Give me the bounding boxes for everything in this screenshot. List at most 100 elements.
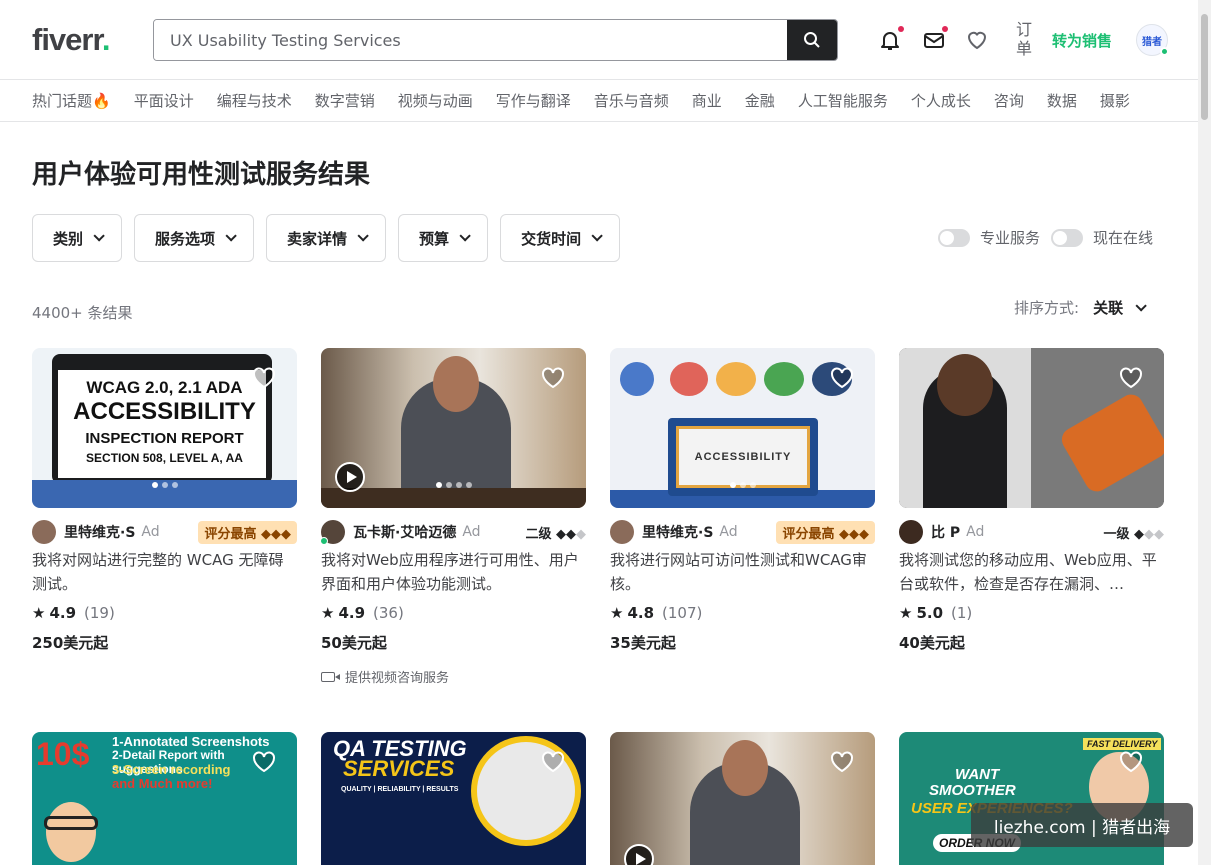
top-rated-badge: 评分最高 ◆◆◆ bbox=[776, 521, 875, 544]
gig-thumbnail[interactable] bbox=[610, 732, 875, 865]
sort-dropdown[interactable]: 排序方式: 关联 bbox=[1014, 297, 1147, 318]
fiverr-logo[interactable]: fiverr. bbox=[32, 22, 110, 58]
seller-row: 比 P Ad 一级 ◆◆◆ bbox=[899, 518, 1164, 546]
star-icon: ★ bbox=[899, 604, 913, 622]
filter-seller-details[interactable]: 卖家详情 bbox=[266, 214, 387, 262]
star-icon: ★ bbox=[321, 604, 335, 622]
seller-row: 里特维克·S Ad 评分最高 ◆◆◆ bbox=[32, 518, 297, 546]
save-heart-icon[interactable] bbox=[829, 750, 855, 774]
seller-name[interactable]: 比 P bbox=[931, 522, 960, 542]
online-now-toggle[interactable] bbox=[1051, 228, 1083, 247]
category-item[interactable]: 编程与技术 bbox=[217, 90, 292, 111]
filter-delivery-time[interactable]: 交货时间 bbox=[500, 214, 621, 262]
filter-category[interactable]: 类别 bbox=[32, 214, 123, 262]
gig-card[interactable]: 10$ 1-Annotated Screenshots 2-Detail Rep… bbox=[32, 732, 297, 865]
page-scrollbar[interactable] bbox=[1198, 0, 1211, 865]
gig-thumbnail[interactable]: 10$ 1-Annotated Screenshots 2-Detail Rep… bbox=[32, 732, 297, 865]
seller-avatar[interactable] bbox=[610, 520, 634, 544]
chevron-down-icon bbox=[459, 230, 471, 242]
page-title: 用户体验可用性测试服务结果 bbox=[32, 160, 371, 190]
save-heart-icon[interactable] bbox=[251, 750, 277, 774]
play-video-icon[interactable] bbox=[335, 462, 365, 492]
gig-title[interactable]: 我将进行网站可访问性测试和WCAG审核。 bbox=[610, 548, 875, 596]
category-item[interactable]: 摄影 bbox=[1100, 90, 1130, 111]
gig-card[interactable]: WCAG 2.0, 2.1 ADA ACCESSIBILITY INSPECTI… bbox=[32, 348, 297, 653]
top-rated-badge: 评分最高 ◆◆◆ bbox=[198, 521, 297, 544]
ad-label: Ad bbox=[462, 524, 481, 540]
seller-name[interactable]: 里特维克·S bbox=[642, 522, 713, 542]
online-now-toggle-row: 现在在线 bbox=[1051, 227, 1153, 248]
chevron-down-icon bbox=[591, 230, 603, 242]
gig-card[interactable] bbox=[610, 732, 875, 865]
category-item[interactable]: 商业 bbox=[692, 90, 722, 111]
search-button[interactable] bbox=[787, 20, 837, 60]
save-heart-icon[interactable] bbox=[829, 366, 855, 390]
category-item[interactable]: 人工智能服务 bbox=[798, 90, 888, 111]
category-item[interactable]: 平面设计 bbox=[134, 90, 194, 111]
favorites-heart-icon[interactable] bbox=[965, 28, 989, 52]
search-input[interactable] bbox=[154, 20, 789, 60]
category-item[interactable]: 写作与翻译 bbox=[496, 90, 571, 111]
star-icon: ★ bbox=[610, 604, 624, 622]
gig-thumbnail[interactable] bbox=[899, 348, 1164, 508]
gig-thumbnail[interactable]: ACCESSIBILITY bbox=[610, 348, 875, 508]
filter-budget[interactable]: 预算 bbox=[398, 214, 489, 262]
gig-title[interactable]: 我将对Web应用程序进行可用性、用户界面和用户体验功能测试。 bbox=[321, 548, 586, 596]
gig-price: 40美元起 bbox=[899, 634, 965, 652]
user-avatar[interactable]: 猎者 bbox=[1136, 24, 1169, 56]
online-status-dot bbox=[1160, 47, 1169, 56]
category-item[interactable]: 金融 bbox=[745, 90, 775, 111]
notifications-icon[interactable] bbox=[878, 26, 904, 52]
seller-row: 里特维克·S Ad 评分最高 ◆◆◆ bbox=[610, 518, 875, 546]
gig-card[interactable]: 比 P Ad 一级 ◆◆◆ 我将测试您的移动应用、Web应用、平台或软件，检查是… bbox=[899, 348, 1164, 653]
save-heart-icon[interactable] bbox=[1118, 366, 1144, 390]
save-heart-icon[interactable] bbox=[540, 366, 566, 390]
carousel-dots[interactable] bbox=[435, 482, 472, 488]
gig-title[interactable]: 我将测试您的移动应用、Web应用、平台或软件，检查是否存在漏洞、… bbox=[899, 548, 1164, 596]
pro-services-toggle[interactable] bbox=[938, 228, 970, 247]
category-item[interactable]: 个人成长 bbox=[911, 90, 971, 111]
gig-thumbnail[interactable]: WCAG 2.0, 2.1 ADA ACCESSIBILITY INSPECTI… bbox=[32, 348, 297, 508]
seller-avatar[interactable] bbox=[32, 520, 56, 544]
category-item[interactable]: 视频与动画 bbox=[398, 90, 473, 111]
category-item[interactable]: 咨询 bbox=[994, 90, 1024, 111]
ad-label: Ad bbox=[719, 524, 738, 540]
save-heart-icon[interactable] bbox=[251, 366, 277, 390]
gig-thumbnail[interactable]: QA TESTING SERVICES QUALITY | RELIABILIT… bbox=[321, 732, 586, 865]
chevron-down-icon bbox=[1135, 299, 1147, 312]
seller-avatar[interactable] bbox=[899, 520, 923, 544]
orders-link[interactable]: 订单 bbox=[1016, 20, 1034, 58]
gig-rating: ★ 4.9 (36) bbox=[321, 604, 404, 622]
gig-rating: ★ 5.0 (1) bbox=[899, 604, 973, 622]
scrollbar-thumb[interactable] bbox=[1201, 14, 1208, 120]
carousel-dots[interactable] bbox=[151, 482, 178, 488]
seller-name[interactable]: 瓦卡斯·艾哈迈德 bbox=[353, 522, 456, 542]
filter-bar: 类别 服务选项 卖家详情 预算 交货时间 bbox=[32, 214, 621, 262]
category-item[interactable]: 音乐与音频 bbox=[594, 90, 669, 111]
messages-icon[interactable] bbox=[922, 26, 948, 52]
star-icon: ★ bbox=[32, 604, 46, 622]
gig-card[interactable]: QA TESTING SERVICES QUALITY | RELIABILIT… bbox=[321, 732, 586, 865]
play-video-icon[interactable] bbox=[624, 844, 654, 865]
gig-price: 250美元起 bbox=[32, 634, 109, 652]
gig-thumbnail[interactable] bbox=[321, 348, 586, 508]
gig-card[interactable]: ACCESSIBILITY 里特维克·S Ad 评分最高 ◆◆◆ 我将进行网站可… bbox=[610, 348, 875, 653]
category-item[interactable]: 热门话题🔥 bbox=[32, 90, 111, 111]
video-consultation: 提供视频咨询服务 bbox=[321, 667, 586, 686]
seller-avatar[interactable] bbox=[320, 520, 345, 545]
seller-row: 瓦卡斯·艾哈迈德 Ad 二级 ◆◆◆ bbox=[320, 518, 586, 546]
gig-rating: ★ 4.8 (107) bbox=[610, 604, 703, 622]
gig-card[interactable]: 瓦卡斯·艾哈迈德 Ad 二级 ◆◆◆ 我将对Web应用程序进行可用性、用户界面和… bbox=[320, 348, 586, 686]
category-item[interactable]: 数据 bbox=[1047, 90, 1077, 111]
save-heart-icon[interactable] bbox=[1118, 750, 1144, 774]
carousel-dots[interactable] bbox=[729, 482, 756, 488]
gig-title[interactable]: 我将对网站进行完整的 WCAG 无障碍测试。 bbox=[32, 548, 297, 596]
category-item[interactable]: 数字营销 bbox=[315, 90, 375, 111]
ad-label: Ad bbox=[141, 524, 160, 540]
seller-name[interactable]: 里特维克·S bbox=[64, 522, 135, 542]
filter-service-options[interactable]: 服务选项 bbox=[134, 214, 255, 262]
gig-price: 50美元起 bbox=[321, 634, 387, 652]
online-now-label: 现在在线 bbox=[1093, 229, 1154, 247]
become-seller-link[interactable]: 转为销售 bbox=[1052, 30, 1112, 51]
save-heart-icon[interactable] bbox=[540, 750, 566, 774]
